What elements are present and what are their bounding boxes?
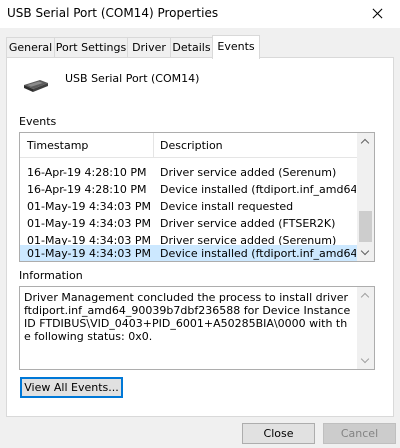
event-description: Driver service added (FTSER2K) [160,217,336,230]
scrollbar-thumb[interactable] [359,211,372,242]
event-timestamp: 01-May-19 4:34:03 PM [27,217,152,230]
tab-driver[interactable]: Driver [127,37,171,58]
event-timestamp: 01-May-19 4:34:03 PM [27,247,152,260]
event-row[interactable]: 01-May-19 4:34:03 PM Device install requ… [20,198,359,215]
device-name: USB Serial Port (COM14) [65,72,200,85]
event-timestamp: 01-May-19 4:34:03 PM [27,200,152,213]
event-timestamp: 16-Apr-19 4:28:10 PM [27,183,147,196]
scroll-down-icon[interactable] [357,352,374,369]
tab-port-settings[interactable]: Port Settings [54,37,128,58]
event-row[interactable]: 16-Apr-19 4:28:10 PM Driver service adde… [20,164,359,181]
window-title: USB Serial Port (COM14) Properties [7,6,219,20]
events-scrollbar[interactable] [357,133,374,261]
view-all-events-button[interactable]: View All Events... [20,377,123,398]
close-icon[interactable] [354,0,400,28]
tab-general[interactable]: General [6,37,55,58]
event-description: Device installed (ftdiport.inf_amd64_9..… [160,247,356,260]
event-row[interactable]: 01-May-19 4:34:03 PM Driver service adde… [20,215,359,232]
event-timestamp: 16-Apr-19 4:28:10 PM [27,166,147,179]
events-heading: Events [19,115,57,128]
information-textbox[interactable]: Driver Management concluded the process … [19,286,375,370]
event-row[interactable]: 16-Apr-19 4:28:10 PM Device installed (f… [20,181,359,198]
event-description: Driver service added (Serenum) [160,166,337,179]
scroll-up-icon[interactable] [357,133,374,150]
cancel-button[interactable]: Cancel [323,423,396,444]
events-header: Timestamp Description [20,133,359,158]
title-bar: USB Serial Port (COM14) Properties [0,0,400,28]
tab-details[interactable]: Details [170,37,213,58]
column-divider[interactable] [153,133,154,158]
information-heading: Information [19,269,83,282]
event-row-selected[interactable]: 01-May-19 4:34:03 PM Device installed (f… [20,245,359,261]
information-scrollbar[interactable] [357,287,374,369]
information-text: Driver Management concluded the process … [24,291,354,343]
serial-port-device-icon [24,80,48,92]
event-description: Device installed (ftdiport.inf_amd64_9..… [160,183,356,196]
event-description: Device install requested [160,200,294,213]
events-list[interactable]: Timestamp Description 16-Apr-19 4:28:10 … [19,132,375,262]
column-header-description[interactable]: Description [160,139,223,152]
scroll-up-icon[interactable] [357,287,374,304]
scroll-down-icon[interactable] [357,244,374,261]
tab-events[interactable]: Events [212,35,260,59]
column-header-timestamp[interactable]: Timestamp [27,139,88,152]
events-panel: USB Serial Port (COM14) Events Timestamp… [6,57,394,417]
close-button[interactable]: Close [242,423,315,444]
